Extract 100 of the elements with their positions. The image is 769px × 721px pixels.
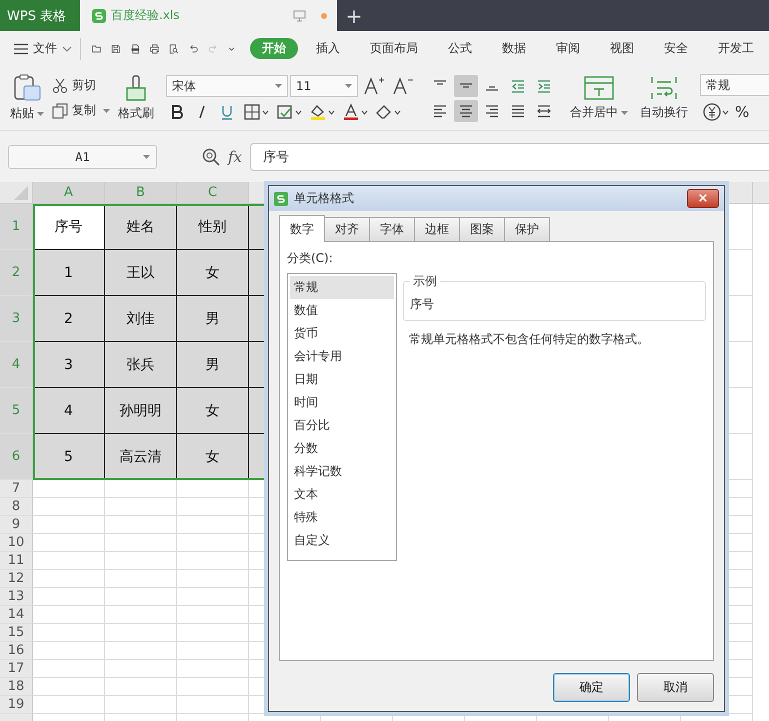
table-cell: [33, 624, 105, 642]
border-icon[interactable]: [243, 103, 269, 121]
category-item[interactable]: 时间: [290, 391, 394, 414]
currency-icon[interactable]: [702, 102, 730, 122]
table-cell: [105, 624, 177, 642]
dialog-tab[interactable]: 保护: [504, 217, 550, 241]
cancel-button[interactable]: 取消: [637, 673, 714, 702]
category-item[interactable]: 自定义: [290, 529, 394, 552]
ribbon-tab[interactable]: 安全: [652, 38, 700, 59]
ribbon-tab[interactable]: 视图: [598, 38, 646, 59]
align-middle-icon[interactable]: [454, 74, 478, 96]
row-header[interactable]: 14: [0, 606, 33, 624]
row-header[interactable]: 13: [0, 588, 33, 606]
category-item[interactable]: 会计专用: [290, 345, 394, 368]
sample-legend: 示例: [410, 273, 440, 290]
dialog-tab[interactable]: 字体: [369, 217, 415, 241]
fill-color-icon[interactable]: [309, 103, 335, 121]
dialog-tab[interactable]: 数字: [279, 215, 325, 242]
category-item[interactable]: 日期: [290, 368, 394, 391]
category-item[interactable]: 货币: [290, 322, 394, 345]
caret-icon: [275, 84, 282, 88]
table-cell: [105, 480, 177, 498]
menu-icon: [14, 42, 28, 54]
row-header[interactable]: 11: [0, 552, 33, 570]
dialog-tab[interactable]: 对齐: [324, 217, 370, 241]
table-cell: [33, 678, 105, 696]
formula-field[interactable]: 序号: [250, 142, 769, 170]
table-cell: 高云清: [105, 434, 177, 480]
table-cell: 男: [177, 342, 249, 388]
ok-button[interactable]: 确定: [553, 673, 630, 702]
table-cell: 4: [33, 388, 105, 434]
row-header[interactable]: 15: [0, 624, 33, 642]
format-painter-button[interactable]: 格式刷: [118, 74, 154, 122]
category-item[interactable]: 分数: [290, 437, 394, 460]
scissors-icon: [52, 78, 68, 94]
name-box[interactable]: A1: [8, 144, 157, 168]
font-grow-icon[interactable]: [363, 76, 385, 96]
search-icon[interactable]: [202, 148, 220, 166]
ribbon-tab[interactable]: 数据: [490, 38, 538, 59]
new-tab-button[interactable]: +: [337, 0, 371, 31]
merge-center-button[interactable]: 合并居中: [570, 75, 628, 121]
file-name: 百度经验.xls: [111, 7, 181, 24]
dialog-title: 单元格格式: [294, 190, 355, 207]
conditional-format-icon[interactable]: [276, 103, 302, 121]
table-cell: [105, 516, 177, 534]
row-header[interactable]: 19: [0, 696, 33, 714]
table-cell: 男: [177, 296, 249, 342]
table-cell: [33, 606, 105, 624]
ribbon-tab[interactable]: 开发工: [706, 38, 766, 59]
table-cell: [33, 552, 105, 570]
table-cell: [105, 642, 177, 660]
file-menu[interactable]: 文件: [14, 40, 72, 57]
row-header[interactable]: 17: [0, 660, 33, 678]
percent-button[interactable]: %: [735, 103, 750, 121]
table-cell: [105, 534, 177, 552]
ribbon-tab[interactable]: 插入: [304, 38, 352, 59]
category-item[interactable]: 数值: [290, 299, 394, 322]
sheet-icon: [274, 192, 288, 206]
wrap-text-button[interactable]: 自动换行: [640, 75, 688, 121]
dialog-tab[interactable]: 图案: [459, 217, 505, 241]
chevron-icon: [62, 46, 72, 52]
row-header[interactable]: 12: [0, 570, 33, 588]
category-item[interactable]: 特殊: [290, 506, 394, 529]
table-cell: [33, 660, 105, 678]
row-header[interactable]: 10: [0, 534, 33, 552]
number-format-field[interactable]: 常规: [700, 74, 769, 96]
category-item[interactable]: 百分比: [290, 414, 394, 437]
caret-icon: [143, 154, 150, 158]
table-cell: 刘佳: [105, 296, 177, 342]
font-family-field[interactable]: 宋体: [166, 75, 288, 97]
table-cell: [33, 570, 105, 588]
table-cell: [105, 552, 177, 570]
ribbon-tab[interactable]: 审阅: [544, 38, 592, 59]
close-button[interactable]: ×: [687, 189, 719, 208]
copy-icon: [52, 102, 68, 118]
font-size-field[interactable]: 11: [290, 75, 358, 97]
cut-button[interactable]: 剪切: [52, 77, 110, 94]
row-header[interactable]: 7: [0, 480, 33, 498]
category-item[interactable]: 文本: [290, 483, 394, 506]
category-item[interactable]: 科学记数: [290, 460, 394, 483]
paste-button[interactable]: 粘贴: [10, 74, 44, 122]
ribbon-tab[interactable]: 页面布局: [358, 38, 430, 59]
row-header[interactable]: 16: [0, 642, 33, 660]
ribbon-tab[interactable]: 公式: [436, 38, 484, 59]
row-header[interactable]: 18: [0, 678, 33, 696]
copy-button[interactable]: 复制: [52, 102, 110, 119]
row-header[interactable]: 9: [0, 516, 33, 534]
align-center-icon[interactable]: [454, 100, 478, 122]
category-label: 分类(C):: [287, 250, 334, 267]
font-color-icon[interactable]: [342, 103, 368, 121]
eraser-icon[interactable]: [375, 103, 401, 121]
table-cell: [33, 498, 105, 516]
category-item[interactable]: 常规: [290, 276, 394, 299]
font-shrink-icon[interactable]: [392, 76, 414, 96]
function-label[interactable]: fx: [228, 148, 242, 166]
table-cell: 5: [33, 434, 105, 480]
row-header[interactable]: 8: [0, 498, 33, 516]
table-cell: [33, 480, 105, 498]
dialog-tab[interactable]: 边框: [414, 217, 460, 241]
app-tab[interactable]: WPS 表格: [0, 0, 80, 31]
